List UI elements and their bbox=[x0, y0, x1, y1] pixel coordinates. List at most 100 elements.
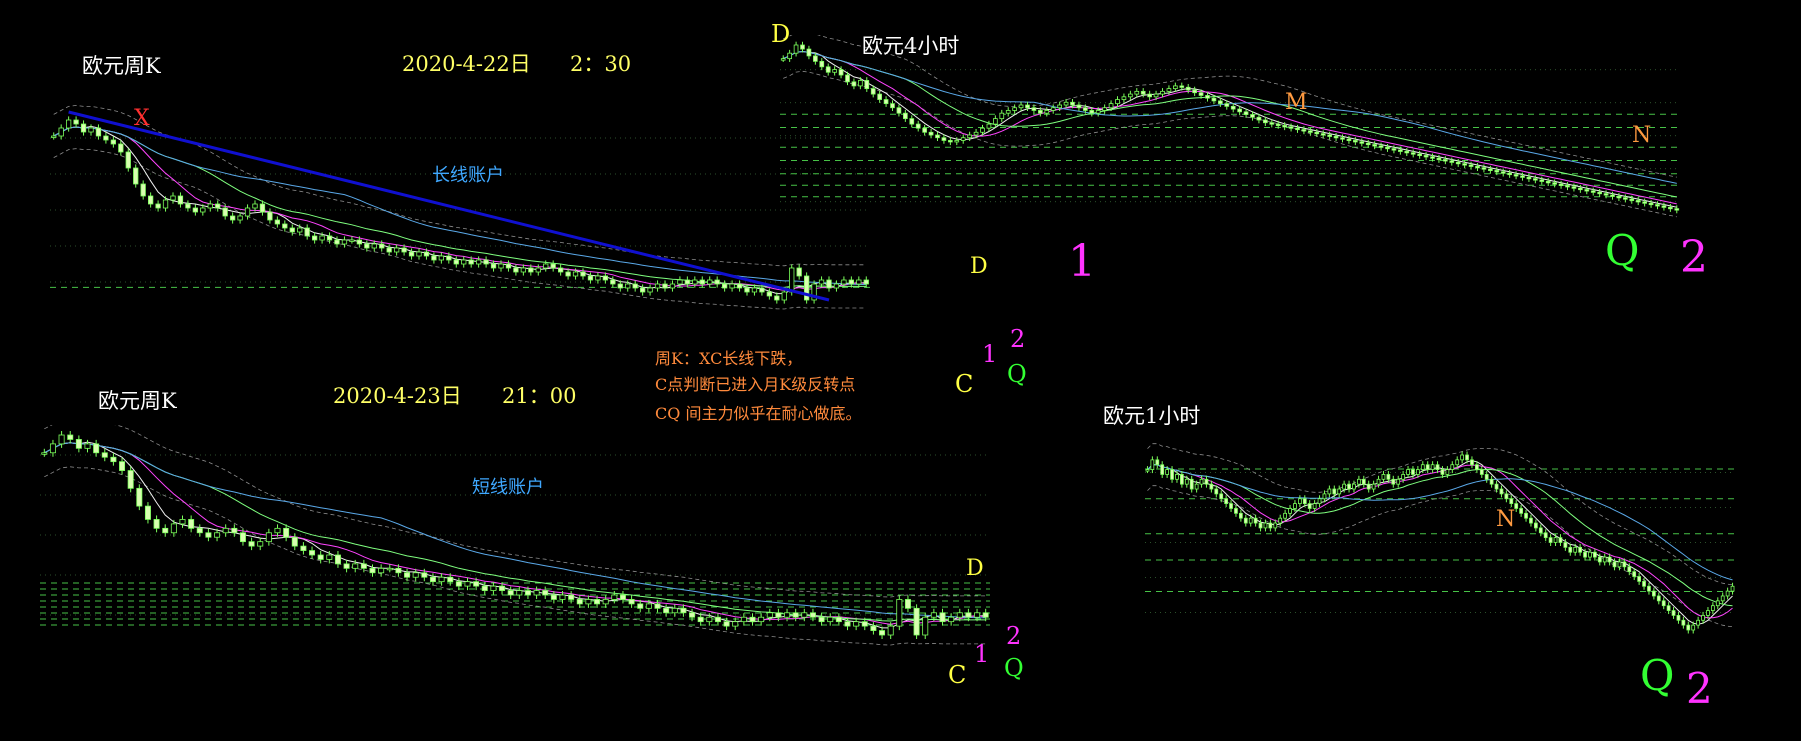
candle bbox=[1526, 176, 1532, 180]
candle bbox=[499, 585, 506, 591]
candle bbox=[1543, 532, 1548, 539]
candle bbox=[896, 107, 902, 114]
candle bbox=[628, 599, 635, 605]
candle bbox=[364, 243, 370, 249]
candle bbox=[1278, 517, 1283, 524]
candle bbox=[1691, 624, 1696, 631]
candle bbox=[565, 271, 571, 277]
candle bbox=[265, 532, 272, 543]
candle bbox=[1597, 556, 1602, 563]
candle bbox=[1209, 483, 1214, 490]
candle bbox=[1500, 171, 1506, 174]
band-lower bbox=[1147, 485, 1733, 628]
candle bbox=[1333, 135, 1339, 139]
candle bbox=[851, 81, 857, 87]
candle bbox=[1401, 474, 1405, 480]
candle bbox=[922, 127, 927, 133]
candle bbox=[766, 612, 773, 618]
candle bbox=[903, 112, 908, 120]
candle bbox=[697, 616, 704, 623]
candle bbox=[1499, 488, 1504, 495]
candle bbox=[1121, 96, 1127, 100]
candle bbox=[1440, 469, 1445, 475]
candle bbox=[222, 527, 229, 534]
candle bbox=[841, 279, 847, 285]
candle bbox=[127, 470, 134, 489]
candle bbox=[1057, 104, 1062, 109]
candle bbox=[749, 616, 756, 623]
candle bbox=[1568, 546, 1573, 553]
candle bbox=[845, 74, 850, 83]
candle bbox=[1134, 90, 1140, 95]
candle bbox=[999, 112, 1005, 120]
ma-40 bbox=[53, 126, 867, 286]
candle bbox=[304, 227, 310, 237]
candle bbox=[1410, 152, 1416, 155]
weekly-bottom-marker-q: Q bbox=[1004, 654, 1024, 682]
candle bbox=[543, 263, 549, 269]
candle bbox=[153, 519, 160, 529]
candle bbox=[863, 279, 869, 285]
weekly-top-marker-2: 2 bbox=[1010, 325, 1026, 353]
candle bbox=[1647, 585, 1651, 592]
candle bbox=[632, 283, 638, 289]
candle bbox=[101, 452, 108, 458]
candle bbox=[1283, 512, 1287, 519]
candle bbox=[274, 527, 281, 534]
trendline-xc bbox=[68, 110, 830, 302]
candle bbox=[1165, 469, 1169, 475]
h4-marker-2: 2 bbox=[1680, 232, 1708, 283]
candle bbox=[1205, 95, 1210, 99]
candle bbox=[386, 567, 393, 571]
candle bbox=[177, 195, 184, 205]
candle bbox=[214, 532, 221, 538]
candle bbox=[1545, 180, 1551, 184]
candle bbox=[393, 247, 400, 253]
candle bbox=[1475, 165, 1480, 169]
candle bbox=[751, 287, 758, 293]
candle bbox=[341, 239, 348, 245]
candle bbox=[1590, 190, 1596, 193]
candle bbox=[386, 247, 392, 253]
candle bbox=[585, 599, 592, 605]
candle bbox=[379, 243, 385, 249]
candle bbox=[1396, 478, 1401, 485]
candle bbox=[1430, 156, 1435, 159]
candle bbox=[1573, 546, 1578, 553]
candle bbox=[1050, 107, 1056, 111]
weekly-top-marker-c: C bbox=[955, 370, 974, 398]
candle bbox=[1243, 517, 1248, 524]
candle bbox=[58, 127, 64, 137]
candle bbox=[1224, 498, 1229, 505]
candle bbox=[300, 545, 307, 551]
candle bbox=[1160, 90, 1165, 95]
candle bbox=[1623, 197, 1628, 200]
candle bbox=[1436, 157, 1442, 161]
candle bbox=[1145, 469, 1150, 472]
h1-marker-n: N bbox=[1496, 507, 1516, 532]
candle bbox=[1423, 155, 1429, 158]
candle bbox=[498, 263, 504, 269]
candle bbox=[1301, 129, 1307, 132]
candle bbox=[1192, 89, 1197, 94]
candle bbox=[677, 279, 683, 285]
candle bbox=[1479, 469, 1484, 475]
candle bbox=[1538, 527, 1543, 534]
candle bbox=[956, 612, 963, 618]
candle bbox=[980, 127, 985, 133]
candle bbox=[647, 287, 653, 293]
candle bbox=[1184, 478, 1189, 485]
candle bbox=[572, 271, 579, 277]
candle bbox=[1102, 107, 1107, 111]
candle bbox=[119, 461, 126, 471]
candle bbox=[1642, 580, 1646, 587]
candle bbox=[326, 554, 333, 560]
candle bbox=[625, 283, 631, 289]
ma-10 bbox=[1147, 464, 1733, 619]
candle bbox=[1268, 522, 1273, 529]
candle bbox=[689, 612, 696, 618]
candle bbox=[1147, 93, 1152, 98]
candle bbox=[125, 151, 131, 169]
candle bbox=[248, 541, 255, 547]
candle bbox=[1578, 187, 1583, 191]
